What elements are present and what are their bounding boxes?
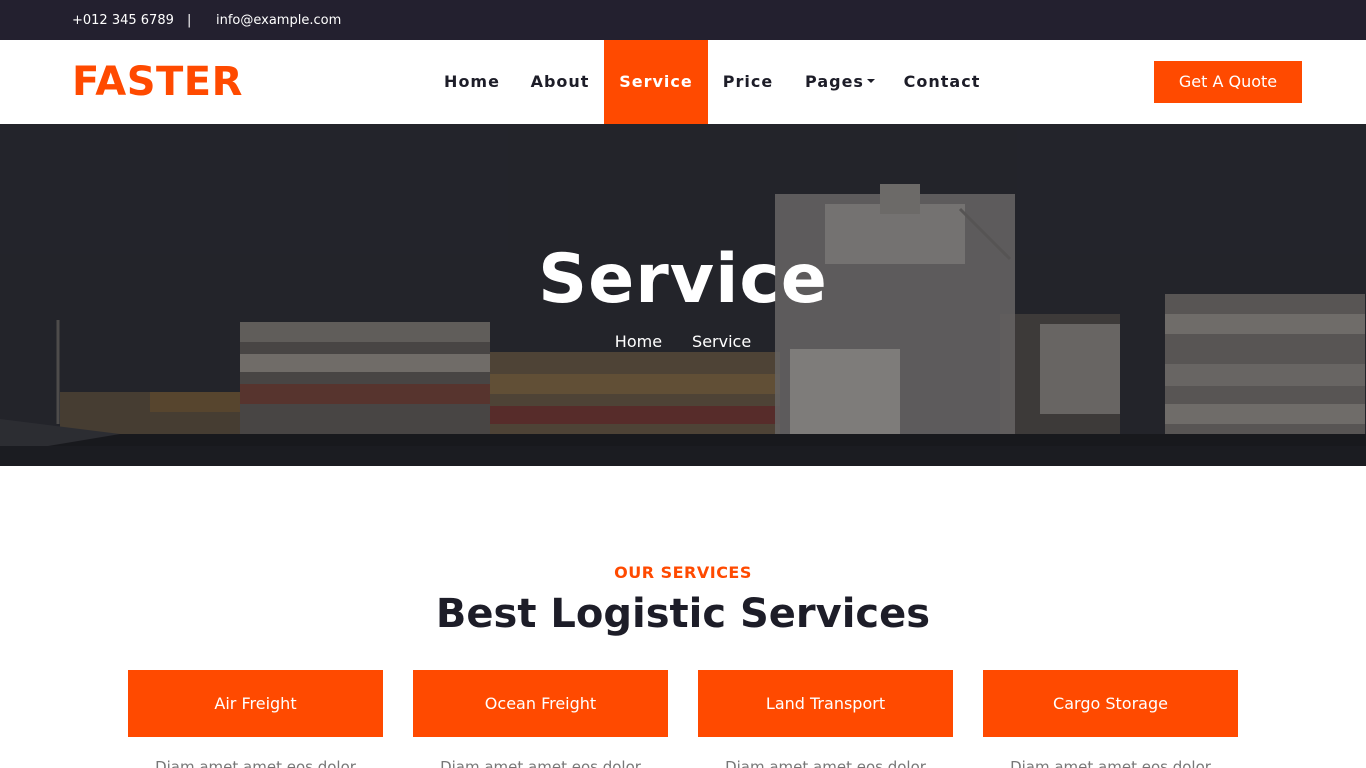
get-quote-button[interactable]: Get A Quote — [1154, 61, 1302, 103]
nav-contact[interactable]: Contact — [894, 40, 990, 124]
breadcrumb-current: Service — [692, 332, 752, 351]
email-address: info@example.com — [216, 13, 342, 28]
caret-down-icon — [866, 78, 875, 83]
service-card-text: Diam amet amet eos dolor — [1010, 758, 1211, 768]
nav-price[interactable]: Price — [712, 40, 784, 124]
nav-home[interactable]: Home — [430, 40, 514, 124]
topbar-separator: | — [187, 13, 192, 28]
nav-pages-label: Pages — [805, 72, 864, 91]
service-card-air-freight[interactable]: Air Freight — [128, 670, 383, 737]
service-card-text: Diam amet amet eos dolor — [155, 758, 356, 768]
service-card-ocean-freight[interactable]: Ocean Freight — [413, 670, 668, 737]
section-title: Best Logistic Services — [435, 591, 931, 637]
breadcrumb: Home Service — [0, 332, 1366, 351]
top-bar: +012 345 6789 | info@example.com — [0, 0, 1366, 40]
nav-pages-dropdown[interactable]: Pages — [792, 40, 888, 124]
main-navbar: FASTER Home About Service Price Pages Co… — [0, 40, 1366, 124]
service-card-text: Diam amet amet eos dolor — [440, 758, 641, 768]
page-title: Service — [538, 240, 828, 319]
service-card-text: Diam amet amet eos dolor — [725, 758, 926, 768]
service-card-cargo-storage[interactable]: Cargo Storage — [983, 670, 1238, 737]
section-label: OUR SERVICES — [614, 563, 752, 582]
nav-about[interactable]: About — [516, 40, 604, 124]
phone-number: +012 345 6789 — [72, 13, 174, 28]
breadcrumb-home[interactable]: Home — [615, 332, 662, 351]
nav-service[interactable]: Service — [604, 40, 708, 124]
brand-logo[interactable]: FASTER — [72, 58, 243, 106]
page-header-hero: Service Home Service — [0, 124, 1366, 466]
service-card-land-transport[interactable]: Land Transport — [698, 670, 953, 737]
